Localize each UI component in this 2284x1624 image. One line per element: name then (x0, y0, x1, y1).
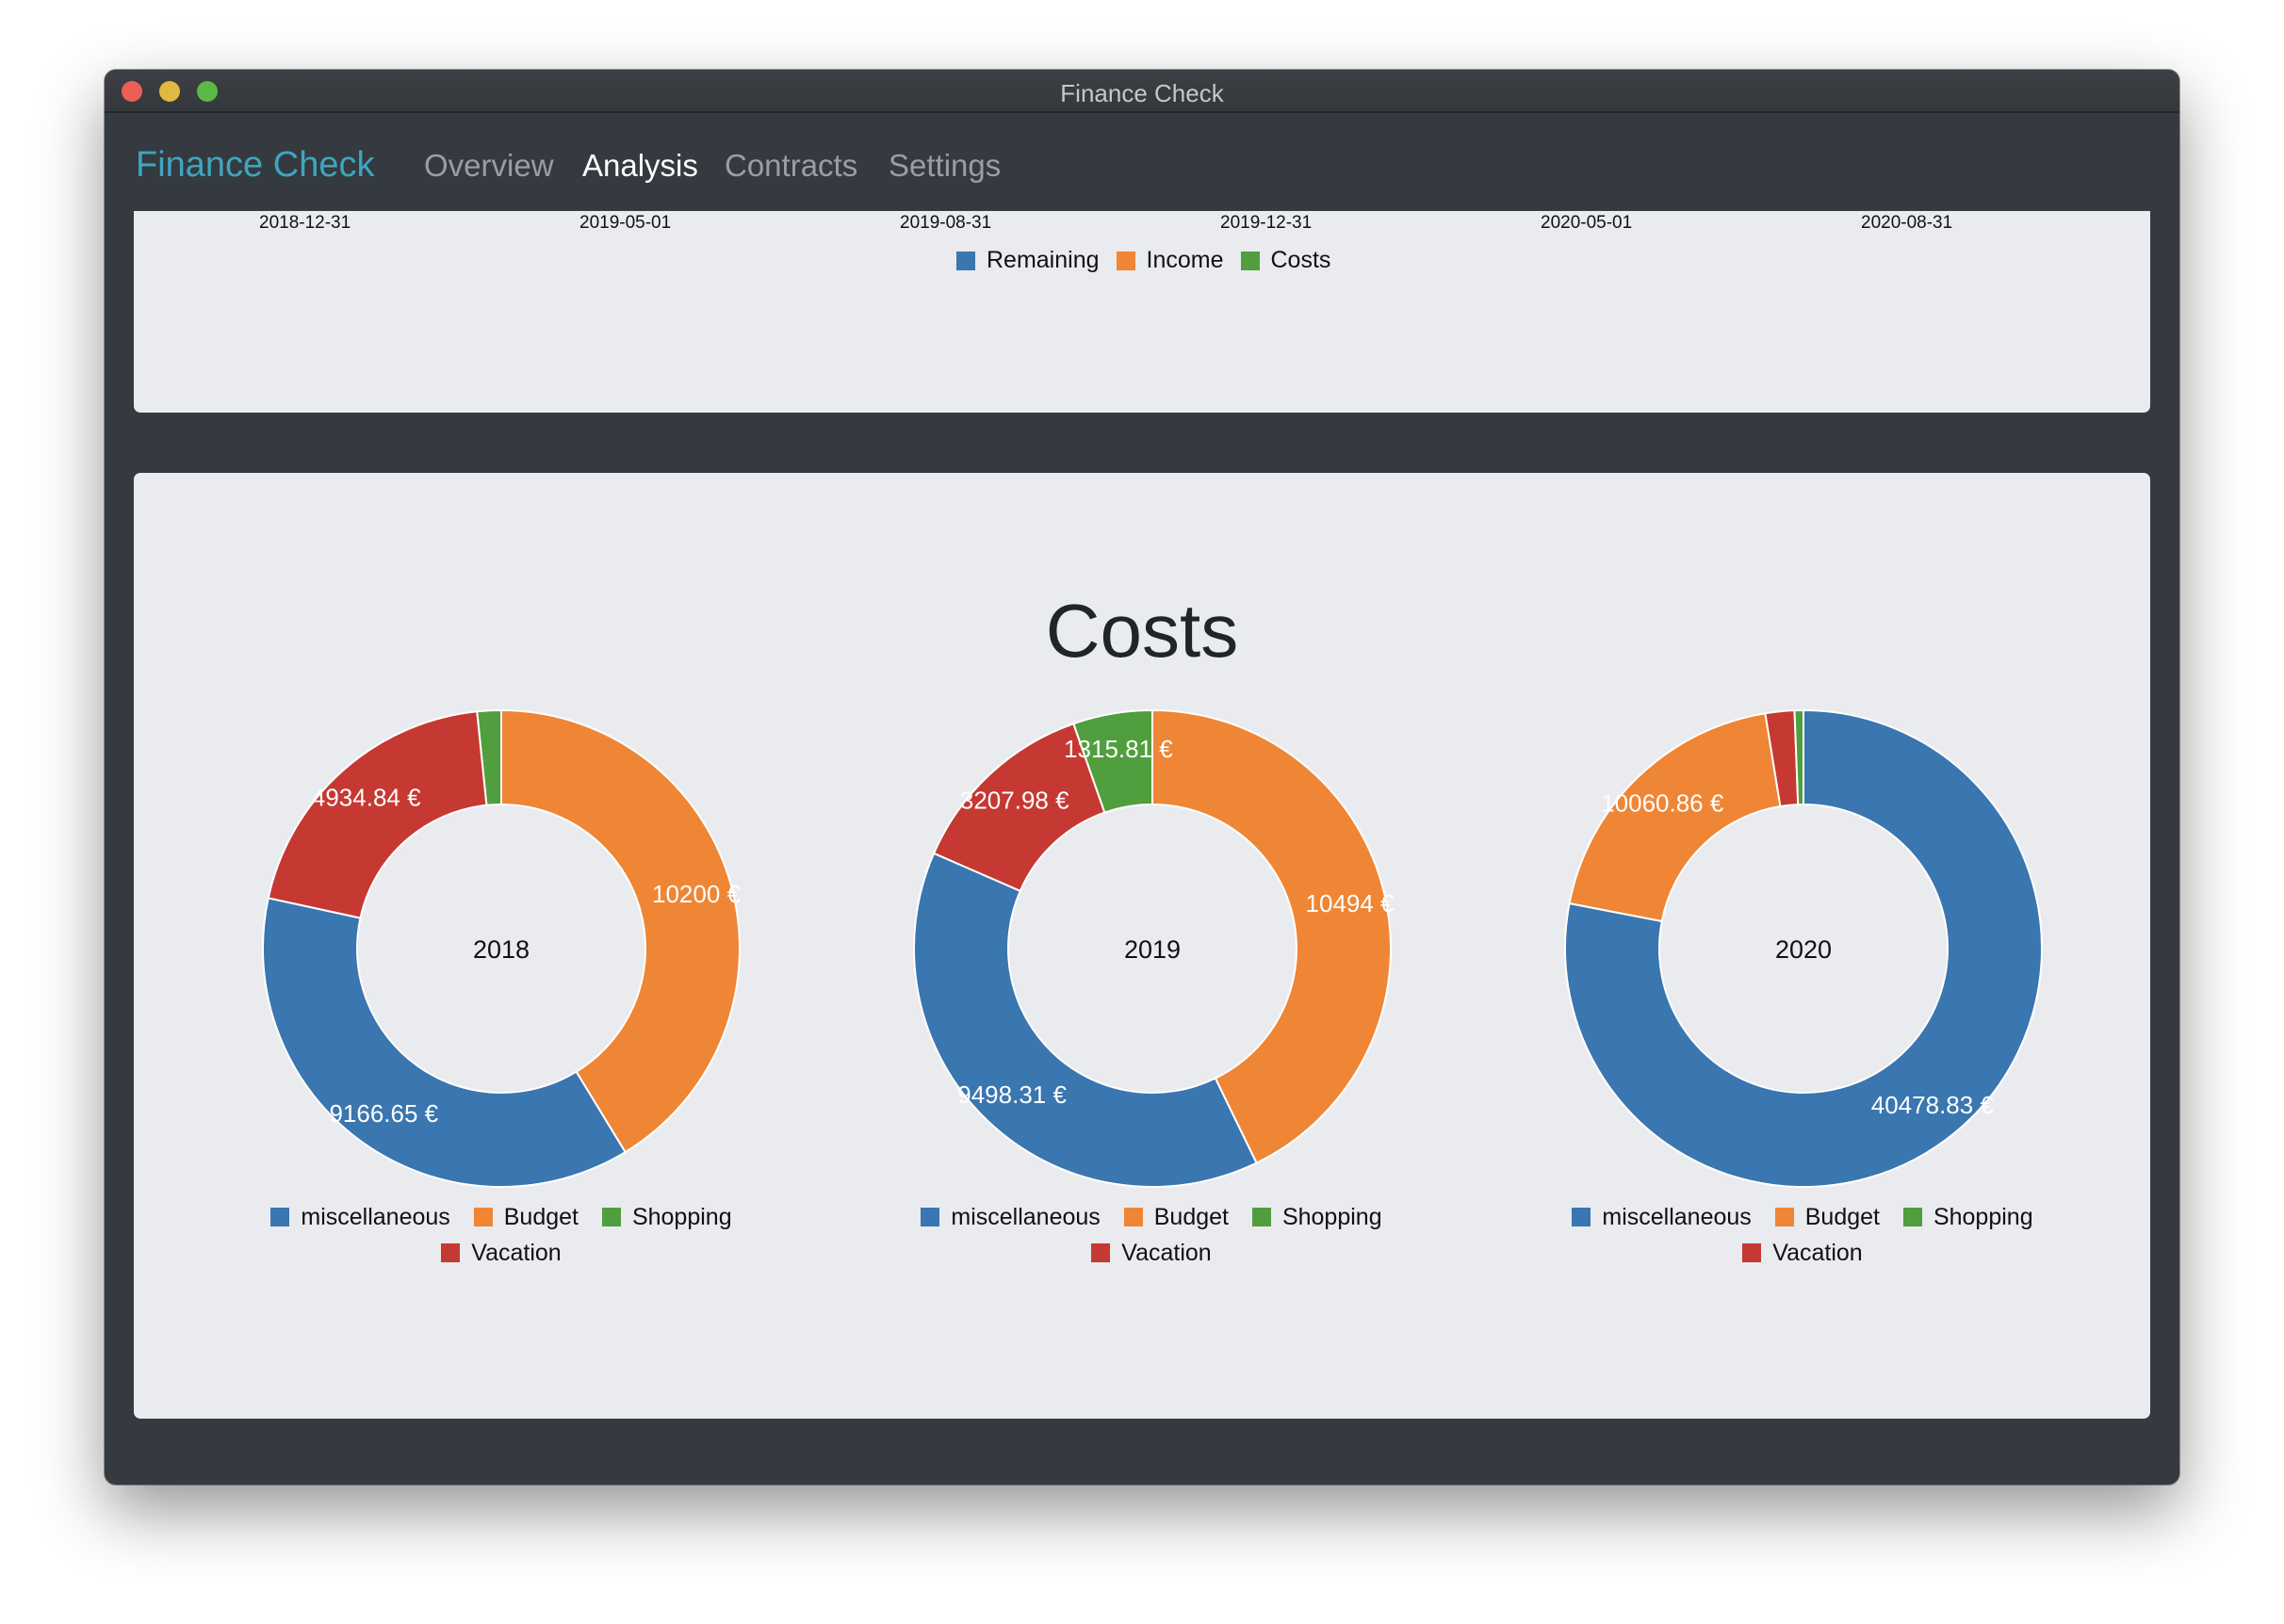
legend-label: Budget (1153, 1204, 1229, 1230)
donut-legend-2018: miscellaneous Budget Shopping Vacation (237, 1200, 765, 1272)
donut-slice-miscellaneous[interactable] (912, 852, 1258, 1188)
legend-item-budget[interactable]: Budget (1774, 1200, 1880, 1234)
x-tick-label: 2019-05-01 (579, 213, 672, 233)
legend-item-shopping[interactable]: Shopping (601, 1200, 732, 1234)
nav-item-overview[interactable]: Overview (424, 148, 554, 184)
legend-item-miscellaneous[interactable]: miscellaneous (1572, 1200, 1752, 1234)
legend-item-vacation[interactable]: Vacation (1091, 1236, 1212, 1270)
donut-center-year: 2019 (1124, 935, 1181, 964)
x-tick-label: 2020-05-01 (1541, 213, 1633, 233)
legend-label: miscellaneous (951, 1204, 1101, 1230)
legend-label: Remaining (987, 247, 1100, 273)
donut-legend-2020: miscellaneous Budget Shopping Vacation (1539, 1200, 2066, 1272)
nav-item-analysis[interactable]: Analysis (582, 148, 698, 184)
legend-label: Budget (503, 1204, 579, 1230)
legend-item-costs[interactable]: Costs (1240, 247, 1331, 274)
donut-data-label: 40478.83 € (1871, 1091, 1995, 1119)
legend-swatch (921, 1208, 940, 1226)
donut-data-label: 9498.31 € (957, 1080, 1067, 1109)
legend-label: miscellaneous (301, 1204, 450, 1230)
donut-slice-miscellaneous[interactable] (262, 897, 627, 1188)
donut-data-label: 10494 € (1306, 889, 1395, 918)
legend-item-miscellaneous[interactable]: miscellaneous (921, 1200, 1101, 1234)
legend-label: Vacation (471, 1240, 562, 1266)
x-tick-label: 2019-08-31 (900, 213, 992, 233)
legend-item-vacation[interactable]: Vacation (441, 1236, 562, 1270)
legend-item-shopping[interactable]: Shopping (1902, 1200, 2033, 1234)
legend-swatch (1116, 251, 1135, 270)
app-window: Finance Check Finance Check Overview Ana… (105, 70, 2179, 1485)
legend-swatch (1123, 1208, 1143, 1226)
legend-label: Costs (1270, 247, 1331, 273)
donut-data-label: 9166.65 € (329, 1099, 438, 1128)
legend-swatch (1240, 251, 1260, 270)
donut-legend-2019: miscellaneous Budget Shopping Vacation (888, 1200, 1415, 1272)
donut-data-label: 10060.86 € (1601, 789, 1724, 818)
legend-item-income[interactable]: Income (1116, 247, 1224, 274)
legend-item-miscellaneous[interactable]: miscellaneous (270, 1200, 450, 1234)
balance-chart-legend: Remaining Income Costs (956, 247, 1347, 274)
legend-swatch (1251, 1208, 1271, 1226)
x-tick-label: 2019-12-31 (1220, 213, 1313, 233)
balance-chart-card: 2018-12-31 2019-05-01 2019-08-31 2019-12… (134, 211, 2150, 413)
legend-swatch (441, 1243, 461, 1262)
window-title: Finance Check (1060, 79, 1224, 107)
donut-center-year: 2020 (1775, 935, 1832, 964)
title-bar: Finance Check (105, 70, 2179, 113)
donut-data-label: 10200 € (652, 880, 742, 908)
legend-label: Vacation (1772, 1240, 1863, 1266)
donut-slice-vacation[interactable] (267, 710, 488, 919)
nav-item-settings[interactable]: Settings (889, 148, 1001, 184)
navbar: Finance Check Overview Analysis Contract… (105, 113, 2179, 211)
legend-label: Shopping (1281, 1204, 1382, 1230)
x-tick-label: 2020-08-31 (1861, 213, 1953, 233)
donut-center-year: 2018 (473, 935, 530, 964)
costs-donut-charts: 10200 € 9166.65 € 4934.84 € 2018 10494 € 9498… (262, 708, 2043, 1188)
donut-data-label: 3207.98 € (960, 786, 1069, 814)
brand-link[interactable]: Finance Check (136, 145, 374, 186)
legend-swatch (601, 1208, 621, 1226)
legend-swatch (1742, 1243, 1762, 1262)
legend-swatch (473, 1208, 493, 1226)
legend-label: miscellaneous (1602, 1204, 1752, 1230)
legend-item-shopping[interactable]: Shopping (1251, 1200, 1382, 1234)
costs-card: Costs 10200 €9166.65 €4934.84 €2018 10494… (134, 473, 2150, 1419)
legend-label: Shopping (631, 1204, 732, 1230)
legend-swatch (956, 251, 975, 270)
donut-data-label: 4934.84 € (312, 784, 421, 812)
legend-label: Shopping (1933, 1204, 2033, 1230)
legend-item-budget[interactable]: Budget (1123, 1200, 1229, 1234)
legend-item-budget[interactable]: Budget (473, 1200, 579, 1234)
legend-item-remaining[interactable]: Remaining (956, 247, 1100, 274)
donut-slice-budget[interactable] (500, 708, 741, 1154)
legend-swatch (1091, 1243, 1111, 1262)
legend-label: Income (1146, 247, 1224, 273)
legend-label: Budget (1804, 1204, 1880, 1230)
donut-data-label: 1315.81 € (1064, 735, 1173, 763)
x-tick-label: 2018-12-31 (259, 213, 351, 233)
legend-label: Vacation (1121, 1240, 1212, 1266)
nav-item-contracts[interactable]: Contracts (725, 148, 857, 184)
legend-item-vacation[interactable]: Vacation (1742, 1236, 1863, 1270)
legend-swatch (1902, 1208, 1922, 1226)
legend-swatch (1774, 1208, 1794, 1226)
legend-swatch (270, 1208, 290, 1226)
legend-swatch (1572, 1208, 1591, 1226)
